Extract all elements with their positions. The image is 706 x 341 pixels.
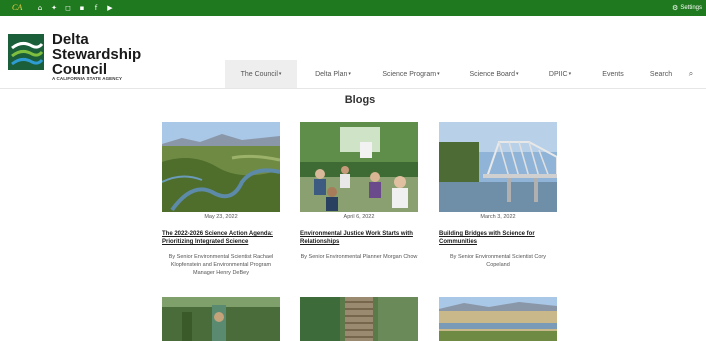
youtube-icon[interactable]: ▶ bbox=[106, 4, 114, 12]
post-author: By Senior Environmental Planner Morgan C… bbox=[300, 254, 418, 260]
post-title-link[interactable]: Environmental Justice Work Starts with R… bbox=[300, 230, 422, 246]
blog-image-row2-2[interactable] bbox=[300, 297, 418, 341]
home-icon[interactable]: ⌂ bbox=[36, 4, 44, 12]
post-author: By Senior Environmental Scientist Rachae… bbox=[168, 254, 274, 276]
linkedin-icon[interactable]: ▪ bbox=[78, 4, 86, 12]
california-logo[interactable]: CA bbox=[12, 3, 22, 12]
post-date: April 6, 2022 bbox=[343, 214, 375, 220]
blog-image-delta-marsh[interactable] bbox=[162, 122, 280, 212]
main-nav: The Council ▾ Delta Plan ▾ Science Program… bbox=[225, 60, 706, 88]
page-title: Blogs bbox=[344, 94, 376, 106]
instagram-icon[interactable]: ◻ bbox=[64, 4, 72, 12]
chevron-down-icon: ▾ bbox=[278, 71, 282, 77]
chevron-down-icon: ▾ bbox=[348, 71, 351, 77]
post-title-link[interactable]: The 2022-2026 Science Action Agenda: Pri… bbox=[162, 230, 284, 246]
blog-image-bridge[interactable] bbox=[439, 122, 557, 212]
blog-image-meeting[interactable] bbox=[300, 122, 418, 212]
post-author: By Senior Environmental Scientist Cory C… bbox=[450, 254, 546, 268]
social-links: ⌂ ✦ ◻ ▪ f ▶ bbox=[36, 4, 114, 12]
nav-item-delta-plan[interactable]: Delta Plan ▾ bbox=[297, 60, 369, 88]
facebook-icon[interactable]: f bbox=[92, 4, 100, 12]
blog-card: March 3, 2022 Building Bridges with Scie… bbox=[439, 122, 561, 287]
chevron-down-icon: ▾ bbox=[568, 71, 572, 77]
settings-label: Settings bbox=[680, 5, 702, 11]
chevron-down-icon: ▾ bbox=[437, 71, 440, 77]
nav-item-science-program[interactable]: Science Program ▾ bbox=[369, 60, 453, 88]
site-tagline: A CALIFORNIA STATE AGENCY bbox=[52, 76, 123, 81]
search-icon: ⌕ bbox=[688, 69, 694, 78]
top-bar: CA ⌂ ✦ ◻ ▪ f ▶ ⚙ Settings bbox=[0, 0, 706, 16]
post-date: March 3, 2022 bbox=[480, 214, 516, 220]
blog-card: April 6, 2022 Environmental Justice Work… bbox=[300, 122, 422, 287]
delta-logo-icon bbox=[8, 34, 44, 70]
settings-link[interactable]: ⚙ Settings bbox=[672, 4, 702, 12]
blog-image-row2-1[interactable] bbox=[162, 297, 280, 341]
site-logo[interactable]: Delta Stewardship Council A CALIFORNIA S… bbox=[8, 31, 142, 84]
nav-item-science-board[interactable]: Science Board ▾ bbox=[453, 60, 535, 88]
nav-item-dpiic[interactable]: DPIIC ▾ bbox=[535, 60, 585, 88]
twitter-icon[interactable]: ✦ bbox=[50, 4, 58, 12]
nav-item-events[interactable]: Events bbox=[585, 60, 641, 88]
search-button[interactable]: ⌕ bbox=[681, 60, 701, 88]
post-title-link[interactable]: Building Bridges with Science for Commun… bbox=[439, 230, 561, 246]
chevron-down-icon: ▾ bbox=[516, 71, 519, 77]
header-divider bbox=[0, 88, 706, 89]
gear-icon: ⚙ bbox=[672, 4, 679, 12]
post-date: May 23, 2022 bbox=[204, 214, 238, 220]
nav-item-the-council[interactable]: The Council ▾ bbox=[225, 60, 297, 88]
blog-card: May 23, 2022 The 2022-2026 Science Actio… bbox=[162, 122, 284, 287]
nav-item-search[interactable]: Search bbox=[641, 60, 681, 88]
site-name: Delta Stewardship Council bbox=[52, 31, 142, 78]
blog-image-row2-3[interactable] bbox=[439, 297, 557, 341]
